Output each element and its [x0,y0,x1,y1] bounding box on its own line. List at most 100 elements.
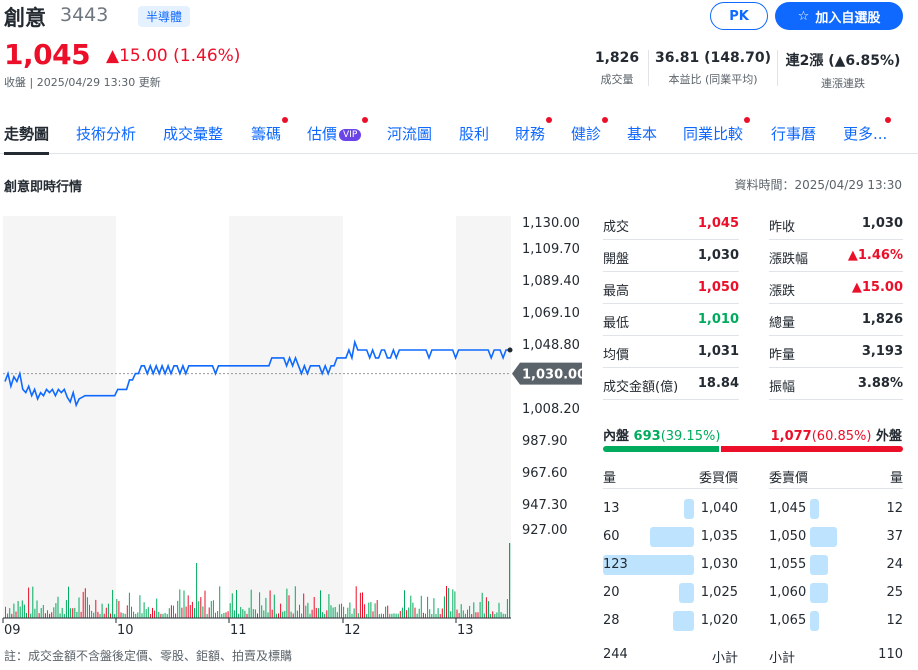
volume-bar [290,611,292,618]
stat-streak-label: 連漲連跌 [821,77,865,90]
volume-bar [89,604,90,618]
tab-label: 健診 [571,125,602,143]
tab-valuation[interactable]: 估價 VIP [307,117,369,144]
volume-bar [250,589,252,618]
tab-label: 行事曆 [771,125,817,143]
streak-pct: 6.85% [845,53,894,69]
volume-bar [483,613,485,618]
volume-bar [414,607,416,618]
pk-button[interactable]: PK [710,2,768,30]
volume-bar [204,590,206,618]
volume-bar [221,613,223,618]
tab-financial[interactable]: 財務 [515,117,553,144]
notification-dot [362,117,369,123]
volume-bar [427,596,429,618]
ask-depth-bar [810,527,838,547]
volume-bar [380,613,382,618]
volume-bar [93,612,95,618]
volume-bar [124,613,126,618]
y-tick-label: 947.30 [522,498,568,513]
volume-bar [215,612,216,618]
volume-bar [219,586,221,618]
x-tick-label: 09 [4,623,21,638]
tab-trend[interactable]: 走勢圖 [4,123,50,155]
tab-peer[interactable]: 同業比較 [683,117,751,144]
quote-value: 1,031 [697,344,739,359]
quote-label: 昨量 [769,348,796,363]
bid-price[interactable]: 1,020 [694,613,738,628]
intraday-chart[interactable]: 1,130.00 1,109.70 1,089.40 1,069.10 1,048.80… [0,214,590,646]
volume-bar [53,607,55,618]
volume-bar [372,611,374,618]
volume-bar [448,588,450,618]
bid-total: 244 [603,647,628,662]
volume-bar [418,608,420,618]
volume-bar [385,606,387,618]
tab-more[interactable]: 更多... [843,117,892,144]
inner-ratio-fill [603,446,720,452]
hour-band [116,216,229,618]
y-tick-label: 1,109.70 [522,242,580,257]
tab-dividend[interactable]: 股利 [459,123,489,144]
volume-bar [196,563,198,618]
volume-bar [496,612,498,618]
tab-health[interactable]: 健診 [571,117,609,144]
volume-bar [185,606,187,618]
tab-basic[interactable]: 基本 [627,123,657,144]
tab-technical[interactable]: 技術分析 [76,123,136,144]
volume-bar [429,609,431,618]
volume-bar [265,597,267,618]
bid-price[interactable]: 1,025 [694,585,738,600]
bid-price[interactable]: 1,035 [694,529,738,544]
tab-trades[interactable]: 成交彙整 [163,123,223,144]
ask-price[interactable]: 1,045 [769,501,806,516]
volume-bar [456,609,458,618]
tab-chips[interactable]: 籌碼 [251,117,289,144]
volume-bar [131,606,132,618]
volume-bar [294,586,296,618]
tab-label: 股利 [459,125,490,143]
volume-bar [353,608,355,618]
outer-value: 1,077 [770,429,812,444]
ask-price[interactable]: 1,050 [769,529,806,544]
volume-bar [439,613,441,618]
volume-bar [301,613,303,618]
quote-row: 成交 1,045 [603,208,739,240]
volume-bar [160,613,162,618]
volume-bar [84,588,86,618]
volume-bar [450,611,452,618]
ask-price[interactable]: 1,055 [769,557,806,572]
volume-bar [441,608,443,618]
ask-price[interactable]: 1,065 [769,613,806,628]
bid-qty: 13 [603,501,620,516]
quote-value: 3.88% [857,376,903,391]
tab-calendar[interactable]: 行事曆 [771,123,816,144]
volume-bar [212,600,214,618]
volume-bar [68,586,69,618]
volume-bar [189,605,191,618]
bid-price[interactable]: 1,030 [694,557,738,572]
industry-badge[interactable]: 半導體 [138,6,191,27]
quote-value: 1,826 [861,312,903,327]
volume-bar [156,598,158,618]
volume-bar [97,611,99,618]
volume-bar [383,613,384,618]
ask-depth-bar [810,611,819,631]
tab-label: 籌碼 [251,125,282,143]
outer-pct: (60.85%) [811,429,872,444]
volume-bar [181,607,183,618]
volume-bar [240,606,242,618]
ask-price[interactable]: 1,060 [769,585,806,600]
tab-river[interactable]: 河流圖 [387,123,432,144]
add-watchlist-button[interactable]: ☆ 加入自選股 [775,2,903,30]
tab-label: 技術分析 [76,125,137,143]
notification-dot [744,117,751,123]
volume-bar [320,590,321,618]
volume-bar [502,613,504,618]
volume-bar [469,605,471,618]
ask-price-header: 委賣價 [769,471,809,486]
bid-price[interactable]: 1,040 [694,501,738,516]
tab-label: 更多... [843,125,888,143]
volume-bar [271,609,273,618]
ask-subtotal-label: 小計 [769,651,796,666]
